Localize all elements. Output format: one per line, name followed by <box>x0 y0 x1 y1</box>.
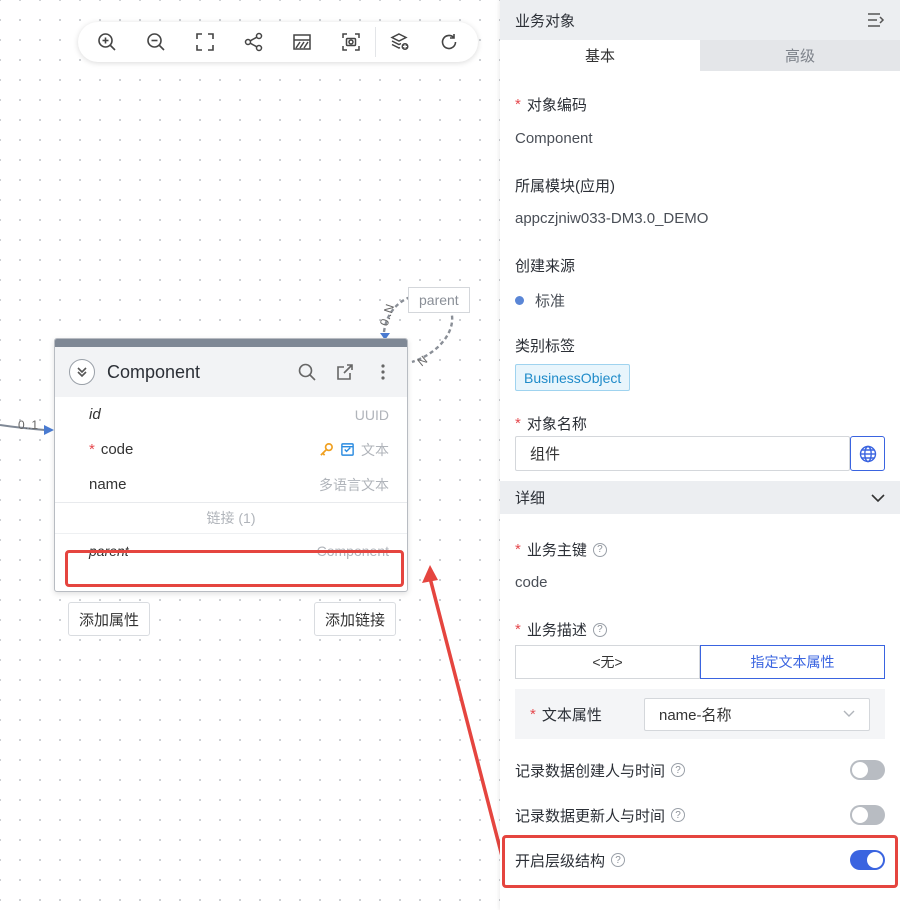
required-star: * <box>515 96 521 113</box>
attribute-type: 文本 <box>361 441 389 458</box>
collapse-button[interactable] <box>69 359 95 385</box>
toggle-label: 开启层级结构 <box>515 852 606 870</box>
chevron-down-icon <box>871 493 885 502</box>
toggle-created-switch[interactable] <box>850 760 885 780</box>
required-star: * <box>89 441 95 458</box>
links-caption: 链接 (1) <box>206 510 256 526</box>
more-vertical-icon[interactable] <box>373 362 393 382</box>
node-title: Component <box>107 361 201 382</box>
desc-option-none[interactable]: <无> <box>515 645 700 679</box>
required-star: * <box>515 415 521 432</box>
module-value: appczjniw033-DM3.0_DEMO <box>515 210 709 227</box>
source-label: 创建来源 <box>515 258 576 275</box>
incoming-multiplicity: 0..1 <box>18 418 39 432</box>
required-star: * <box>515 621 521 638</box>
key-icon <box>320 443 333 456</box>
desc-mode-segmented: <无> 指定文本属性 <box>515 645 885 679</box>
toggle-label: 记录数据更新人与时间 <box>515 807 666 825</box>
collapse-panel-icon[interactable] <box>867 12 885 28</box>
toggle-label: 记录数据创建人与时间 <box>515 762 666 780</box>
help-icon[interactable]: ? <box>611 853 626 867</box>
attribute-name: code <box>100 441 134 458</box>
status-dot <box>515 296 524 305</box>
attribute-row-name[interactable]: name 多语言文本 <box>55 467 407 502</box>
object-name-label: 对象名称 <box>526 416 587 433</box>
detail-section-title: 详细 <box>515 490 546 507</box>
help-icon[interactable]: ? <box>671 808 686 822</box>
detail-section-bar[interactable]: 详细 <box>500 481 900 514</box>
tab-advanced[interactable]: 高级 <box>700 40 900 71</box>
toggle-updated-switch[interactable] <box>850 805 885 825</box>
object-name-input[interactable]: 组件 <box>515 436 851 471</box>
link-name: parent <box>89 542 129 559</box>
properties-panel: 业务对象 基本 高级 * 对象编码 Component 所属模块(应用) appc… <box>500 0 900 910</box>
add-attribute-button[interactable]: 添加属性 <box>68 602 151 636</box>
text-attr-label: 文本属性 <box>541 706 602 724</box>
business-key-value: code <box>515 574 548 591</box>
panel-header: 业务对象 <box>500 0 900 40</box>
attribute-name: id <box>89 406 101 423</box>
attribute-row-code[interactable]: * code 文本 <box>55 432 407 467</box>
globe-icon <box>859 445 876 462</box>
desc-option-text-attr[interactable]: 指定文本属性 <box>700 645 885 679</box>
text-attr-box: * 文本属性 name-名称 <box>515 689 885 739</box>
attribute-row-id[interactable]: id UUID <box>55 397 407 432</box>
self-relation-label[interactable]: parent <box>408 287 470 313</box>
attribute-type: UUID <box>354 406 389 423</box>
category-label: 类别标签 <box>515 338 576 355</box>
module-label: 所属模块(应用) <box>515 178 615 195</box>
open-external-icon[interactable] <box>335 362 355 382</box>
unique-check-icon <box>341 443 354 456</box>
toggle-hierarchy-switch[interactable] <box>850 850 885 870</box>
text-attr-select[interactable]: name-名称 <box>644 697 870 731</box>
attribute-name: name <box>89 476 127 493</box>
object-code-value: Component <box>515 130 593 147</box>
node-header[interactable]: Component <box>55 347 407 397</box>
chevron-down-icon <box>843 710 855 717</box>
tab-basic[interactable]: 基本 <box>500 40 700 71</box>
link-target: Component <box>316 542 389 559</box>
entity-node[interactable]: Component id UUID * code 文本 name 多语言文本 链接… <box>54 338 408 592</box>
translate-button[interactable] <box>850 436 885 471</box>
add-link-button[interactable]: 添加链接 <box>314 602 397 636</box>
help-icon[interactable]: ? <box>592 622 607 637</box>
help-icon[interactable]: ? <box>592 542 607 557</box>
model-canvas[interactable]: 0..1 0..N N parent Component id UUID * co… <box>0 0 500 910</box>
required-star: * <box>530 705 536 723</box>
business-key-label: 业务主键 <box>526 542 587 559</box>
text-attr-value: name-名称 <box>659 706 732 724</box>
double-chevron-down-icon <box>77 367 87 378</box>
source-value: 标准 <box>535 293 566 310</box>
search-icon[interactable] <box>297 362 317 382</box>
object-code-label: 对象编码 <box>526 97 587 114</box>
category-tag[interactable]: BusinessObject <box>515 364 631 391</box>
panel-title: 业务对象 <box>515 12 576 30</box>
panel-tabs: 基本 高级 <box>500 40 900 71</box>
help-icon[interactable]: ? <box>671 763 686 777</box>
attribute-type: 多语言文本 <box>319 476 389 493</box>
node-top-bar <box>55 339 407 347</box>
toggle-row-hierarchy: 开启层级结构? <box>500 845 900 875</box>
link-row-parent[interactable]: parent Component <box>55 533 407 567</box>
toggle-row-updated: 记录数据更新人与时间? <box>500 800 900 830</box>
toggle-row-created: 记录数据创建人与时间? <box>500 755 900 785</box>
required-star: * <box>515 541 521 558</box>
business-desc-label: 业务描述 <box>526 622 587 639</box>
